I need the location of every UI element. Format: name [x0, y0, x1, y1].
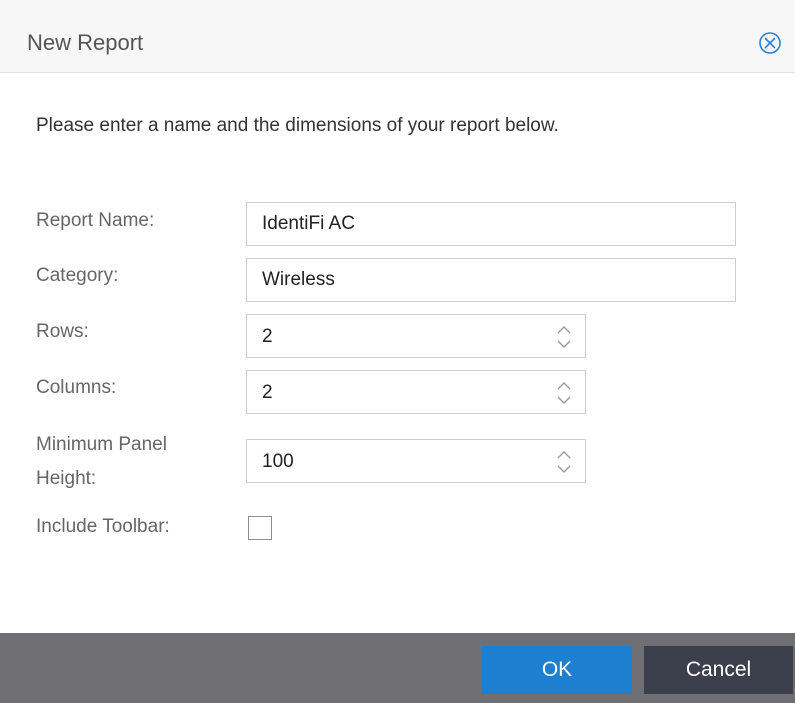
rows-value: 2: [262, 326, 273, 347]
columns-value: 2: [262, 382, 273, 403]
new-report-dialog: New Report Please enter a name and the d…: [0, 0, 795, 703]
include-toolbar-label: Include Toolbar:: [36, 516, 170, 537]
min-panel-height-spinner[interactable]: 100: [246, 439, 586, 483]
category-input[interactable]: [246, 258, 736, 302]
rows-label: Rows:: [36, 321, 89, 342]
category-label: Category:: [36, 265, 119, 286]
columns-spinner[interactable]: 2: [246, 370, 586, 414]
report-name-label: Report Name:: [36, 210, 155, 231]
columns-spinner-arrows[interactable]: [553, 377, 575, 409]
dialog-footer: OK Cancel: [0, 633, 795, 703]
cancel-button[interactable]: Cancel: [644, 646, 793, 694]
up-down-chevron-icon: [557, 451, 571, 473]
min-panel-height-value: 100: [262, 451, 294, 472]
up-down-chevron-icon: [557, 326, 571, 348]
close-circle-icon: [759, 32, 781, 54]
report-name-input[interactable]: [246, 202, 736, 246]
dialog-title: New Report: [27, 30, 144, 55]
close-button[interactable]: [756, 29, 784, 57]
min-panel-height-spinner-arrows[interactable]: [553, 446, 575, 478]
dialog-header: New Report: [0, 0, 795, 73]
include-toolbar-checkbox[interactable]: [248, 516, 272, 540]
columns-label: Columns:: [36, 377, 117, 398]
rows-spinner-arrows[interactable]: [553, 321, 575, 353]
up-down-chevron-icon: [557, 382, 571, 404]
rows-spinner[interactable]: 2: [246, 314, 586, 358]
min-panel-height-label-line2: Height:: [36, 468, 97, 489]
min-panel-height-label-line1: Minimum Panel: [36, 434, 167, 455]
ok-button[interactable]: OK: [482, 646, 632, 694]
instructions-text: Please enter a name and the dimensions o…: [36, 115, 559, 136]
